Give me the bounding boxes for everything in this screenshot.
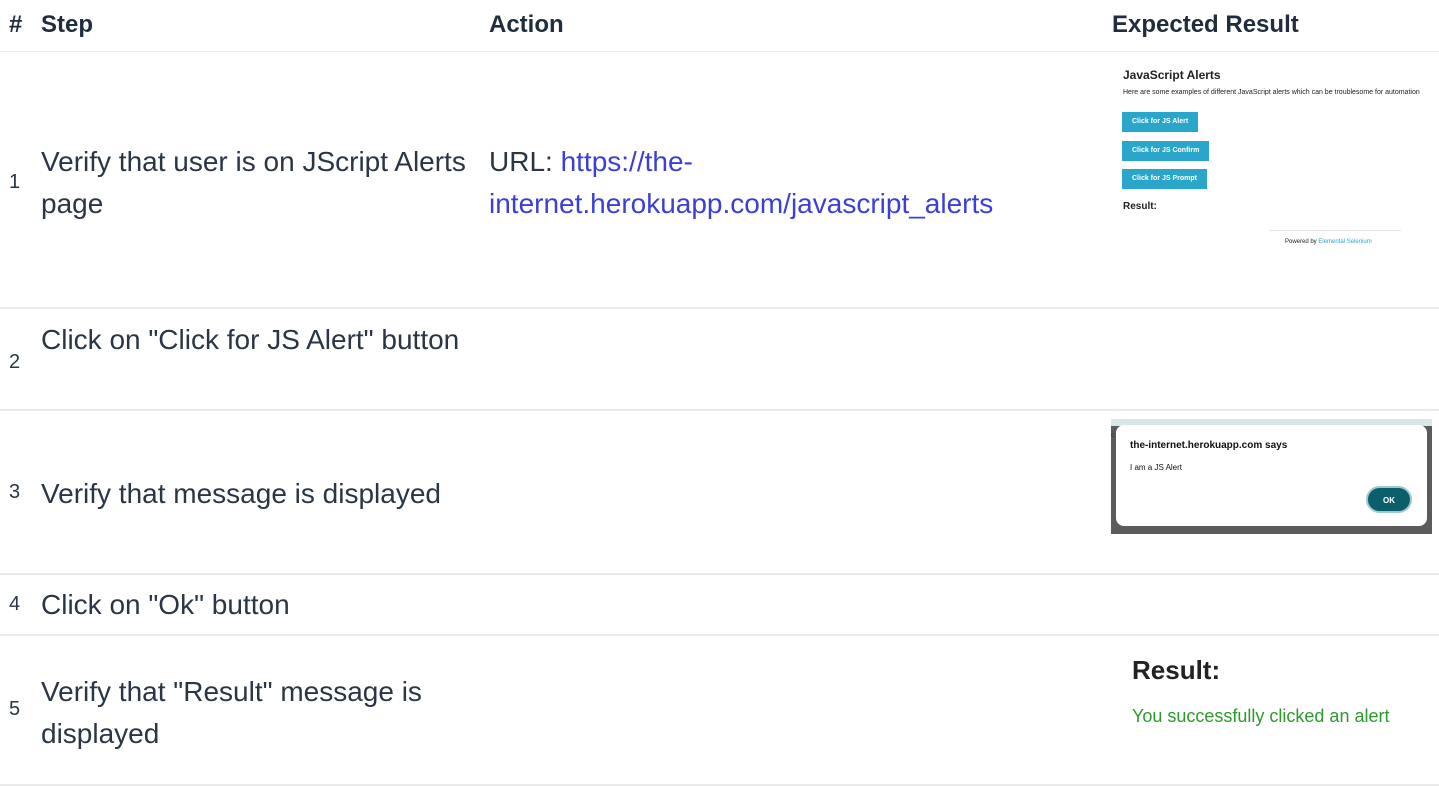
url-link[interactable]: https://the-internet.herokuapp.com/javas… [489,146,993,219]
action-prefix: URL: [489,146,561,177]
step-text: Click on "Ok" button [41,589,290,620]
alert-message: I am a JS Alert [1130,463,1183,472]
shot-divider [1269,230,1401,231]
header-expected: Expected Result [1112,11,1299,38]
table-row: 5 Verify that "Result" message is displa… [0,636,1439,786]
header-step: Step [41,11,94,38]
row-number: 2 [9,351,21,373]
alert-dialog: the-internet.herokuapp.com says I am a J… [1116,425,1427,526]
alert-ok-button: OK [1366,486,1412,513]
row-number: 3 [9,481,21,503]
table-row: 3 Verify that message is displayed c the… [0,411,1439,575]
row-number: 1 [9,171,21,193]
expected-screenshot-alerts-page: JavaScript Alerts Here are some examples… [1111,68,1431,270]
alert-title: the-internet.herokuapp.com says [1130,440,1288,451]
table-row: 1 Verify that user is on JScript Alerts … [0,52,1439,309]
result-message: You successfully clicked an alert [1132,706,1390,726]
table-row: 4 Click on "Ok" button [0,575,1439,636]
shot-description: Here are some examples of different Java… [1123,89,1420,96]
step-text: Click on "Click for JS Alert" button [41,324,460,355]
test-steps-table: # Step Action Expected Result 1 Verify t… [0,0,1439,786]
shot-edge-text: c [1111,432,1115,439]
shot-powered-by: Powered by Elemental Selenium [1285,239,1372,245]
table-row: 2 Click on "Click for JS Alert" button [0,309,1439,411]
elemental-selenium-link: Elemental Selenium [1318,239,1372,245]
action-cell: URL: https://the-internet.herokuapp.com/… [489,141,1089,225]
table-header: # Step Action Expected Result [0,0,1439,52]
row-number: 5 [9,698,21,720]
shot-result-label: Result: [1123,201,1157,212]
js-confirm-button: Click for JS Confirm [1122,141,1210,161]
js-prompt-button: Click for JS Prompt [1122,169,1207,189]
header-num: # [9,11,23,38]
step-text: Verify that message is displayed [41,478,441,509]
shot-title: JavaScript Alerts [1123,68,1221,82]
step-text: Verify that user is on JScript Alerts pa… [41,146,466,219]
expected-screenshot-alert-dialog: c the-internet.herokuapp.com says I am a… [1111,419,1432,534]
row-number: 4 [9,593,21,615]
js-alert-button: Click for JS Alert [1122,112,1199,132]
expected-screenshot-result: Result: You successfully clicked an aler… [1111,652,1431,752]
step-text: Verify that "Result" message is displaye… [41,676,422,749]
result-title: Result: [1132,655,1221,685]
header-action: Action [489,11,564,38]
